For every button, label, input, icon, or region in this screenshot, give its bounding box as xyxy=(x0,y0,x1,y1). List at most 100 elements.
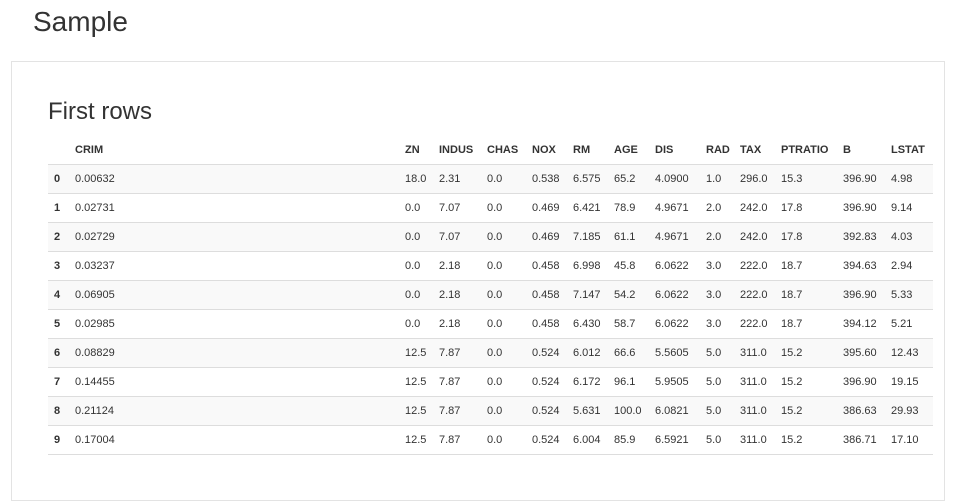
table-cell: 6.998 xyxy=(571,251,612,281)
table-cell: 12.5 xyxy=(403,425,437,455)
table-cell: 0.02729 xyxy=(73,222,403,252)
table-cell: 12.5 xyxy=(403,367,437,397)
table-cell: 65.2 xyxy=(612,164,653,194)
table-cell: 12.5 xyxy=(403,396,437,426)
table-cell: 392.83 xyxy=(841,222,889,252)
table-cell: 4.0900 xyxy=(653,164,704,194)
table-cell: 0.0 xyxy=(485,367,530,397)
table-cell: 78.9 xyxy=(612,193,653,223)
table-cell: 96.1 xyxy=(612,367,653,397)
table-cell: 0.469 xyxy=(530,193,571,223)
table-cell: 18.7 xyxy=(779,309,841,339)
column-header: CHAS xyxy=(485,135,530,165)
table-cell: 17.10 xyxy=(889,425,933,455)
table-cell: 0.524 xyxy=(530,367,571,397)
table-cell: 0.0 xyxy=(485,338,530,368)
table-row: 6 0.08829 12.5 7.87 0.0 0.524 6.012 66.6 5.5605 5… xyxy=(48,338,933,368)
table-cell: 5.9505 xyxy=(653,367,704,397)
table-cell: 15.3 xyxy=(779,164,841,194)
table-row: 2 0.02729 0.0 7.07 0.0 0.469 7.185 61.1 4.9671 2.… xyxy=(48,222,933,252)
table-cell: 396.90 xyxy=(841,367,889,397)
table-cell: 2.0 xyxy=(704,193,738,223)
table-cell: 242.0 xyxy=(738,222,779,252)
table-cell: 7.87 xyxy=(437,367,485,397)
first-rows-panel: First rows CRIM ZN INDUS CHAS NOX RM AGE… xyxy=(11,61,945,501)
table-cell: 7.87 xyxy=(437,396,485,426)
row-index-cell: 1 xyxy=(48,193,73,223)
table-cell: 0.06905 xyxy=(73,280,403,310)
table-cell: 15.2 xyxy=(779,396,841,426)
table-cell: 396.90 xyxy=(841,164,889,194)
column-header: ZN xyxy=(403,135,437,165)
table-cell: 7.87 xyxy=(437,425,485,455)
row-index-cell: 3 xyxy=(48,251,73,281)
table-cell: 0.469 xyxy=(530,222,571,252)
table-cell: 311.0 xyxy=(738,425,779,455)
table-cell: 7.07 xyxy=(437,222,485,252)
table-cell: 0.08829 xyxy=(73,338,403,368)
table-cell: 18.0 xyxy=(403,164,437,194)
table-cell: 6.0622 xyxy=(653,309,704,339)
table-cell: 7.185 xyxy=(571,222,612,252)
table-cell: 0.03237 xyxy=(73,251,403,281)
table-cell: 5.0 xyxy=(704,396,738,426)
table-cell: 396.90 xyxy=(841,193,889,223)
table-row: 3 0.03237 0.0 2.18 0.0 0.458 6.998 45.8 6.0622 3.… xyxy=(48,251,933,281)
row-index-cell: 6 xyxy=(48,338,73,368)
table-cell: 66.6 xyxy=(612,338,653,368)
table-cell: 222.0 xyxy=(738,309,779,339)
table-row: 8 0.21124 12.5 7.87 0.0 0.524 5.631 100.0 6.0821… xyxy=(48,396,933,426)
table-cell: 6.0821 xyxy=(653,396,704,426)
column-header: LSTAT xyxy=(889,135,933,165)
table-cell: 0.0 xyxy=(485,164,530,194)
table-cell: 6.575 xyxy=(571,164,612,194)
table-cell: 0.0 xyxy=(485,222,530,252)
table-cell: 6.5921 xyxy=(653,425,704,455)
table-cell: 6.0622 xyxy=(653,280,704,310)
row-index-cell: 5 xyxy=(48,309,73,339)
table-cell: 17.8 xyxy=(779,193,841,223)
table-cell: 19.15 xyxy=(889,367,933,397)
table-cell: 5.631 xyxy=(571,396,612,426)
table-cell: 85.9 xyxy=(612,425,653,455)
row-index-cell: 7 xyxy=(48,367,73,397)
column-header xyxy=(48,135,73,165)
table-cell: 45.8 xyxy=(612,251,653,281)
table-cell: 3.0 xyxy=(704,280,738,310)
table-cell: 15.2 xyxy=(779,425,841,455)
table-cell: 2.0 xyxy=(704,222,738,252)
table-cell: 386.63 xyxy=(841,396,889,426)
row-index-cell: 8 xyxy=(48,396,73,426)
table-cell: 0.0 xyxy=(403,309,437,339)
table-cell: 0.0 xyxy=(485,309,530,339)
column-header: DIS xyxy=(653,135,704,165)
column-header: NOX xyxy=(530,135,571,165)
table-cell: 100.0 xyxy=(612,396,653,426)
table-row: 7 0.14455 12.5 7.87 0.0 0.524 6.172 96.1 5.9505 5… xyxy=(48,367,933,397)
table-cell: 0.458 xyxy=(530,280,571,310)
table-cell: 0.0 xyxy=(485,193,530,223)
column-header: TAX xyxy=(738,135,779,165)
table-cell: 0.524 xyxy=(530,396,571,426)
table-cell: 0.0 xyxy=(485,251,530,281)
table-cell: 0.00632 xyxy=(73,164,403,194)
table-cell: 2.94 xyxy=(889,251,933,281)
table-cell: 242.0 xyxy=(738,193,779,223)
table-cell: 0.0 xyxy=(485,425,530,455)
table-body: 0 0.00632 18.0 2.31 0.0 0.538 6.575 65.2 4.0900 1… xyxy=(48,164,933,455)
column-header: RAD xyxy=(704,135,738,165)
table-cell: 5.33 xyxy=(889,280,933,310)
table-row: 0 0.00632 18.0 2.31 0.0 0.538 6.575 65.2 4.0900 1… xyxy=(48,164,933,194)
section-title: First rows xyxy=(48,98,152,125)
table-cell: 5.0 xyxy=(704,425,738,455)
row-index-cell: 0 xyxy=(48,164,73,194)
table-cell: 4.03 xyxy=(889,222,933,252)
table-cell: 0.02985 xyxy=(73,309,403,339)
column-header: PTRATIO xyxy=(779,135,841,165)
table-cell: 394.63 xyxy=(841,251,889,281)
table-cell: 17.8 xyxy=(779,222,841,252)
table-cell: 5.5605 xyxy=(653,338,704,368)
table-cell: 0.0 xyxy=(403,193,437,223)
data-table: CRIM ZN INDUS CHAS NOX RM AGE DIS RAD TA… xyxy=(48,135,933,455)
table-cell: 4.98 xyxy=(889,164,933,194)
